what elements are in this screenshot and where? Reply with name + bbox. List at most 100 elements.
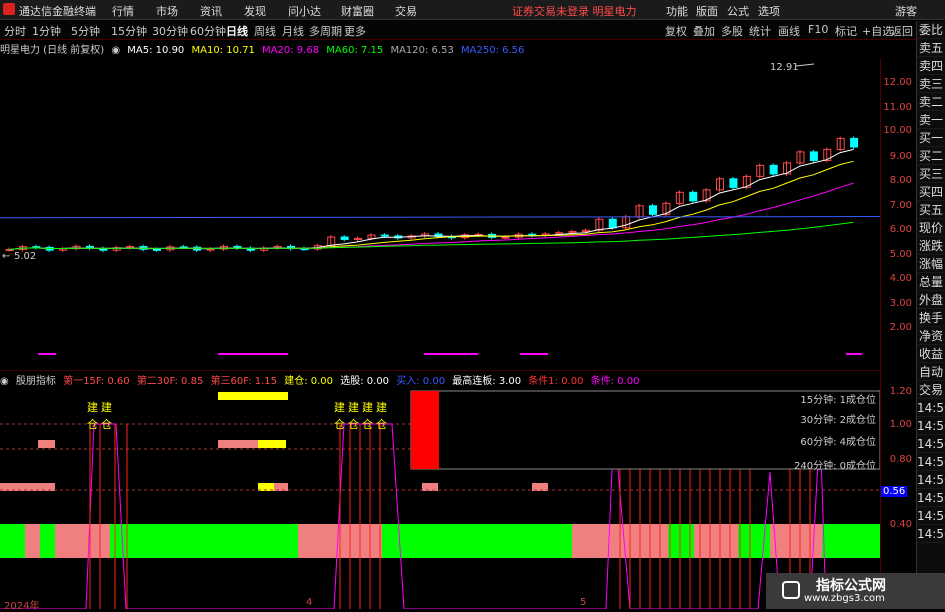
tool-duogu[interactable]: 多股	[721, 23, 743, 39]
ytick: 7.00	[889, 200, 912, 211]
tool-fuquan[interactable]: 复权	[665, 23, 687, 39]
sidebar-item[interactable]: 委比	[917, 21, 945, 39]
period-60min[interactable]: 60分钟	[190, 23, 226, 39]
menu-item-gongshi[interactable]: 公式	[727, 3, 749, 19]
xtick-2024: 2024年	[4, 601, 40, 612]
candlestick-chart[interactable]: 12.91 5.02 ←	[0, 58, 880, 371]
sidebar-item[interactable]: 自动	[917, 363, 945, 381]
sidebar-item[interactable]: 涨幅	[917, 255, 945, 273]
signal-band	[55, 524, 110, 558]
tool-zixuan[interactable]: +自选	[862, 23, 893, 39]
sidebar-item[interactable]: 卖四	[917, 57, 945, 75]
sidebar-item[interactable]: 净资	[917, 327, 945, 345]
sidebar-item[interactable]: 总量	[917, 273, 945, 291]
period-15min[interactable]: 15分钟	[111, 23, 147, 39]
period-30min[interactable]: 30分钟	[152, 23, 188, 39]
period-multi[interactable]: 多周期	[309, 23, 342, 39]
period-toolbar: 分时 1分钟 5分钟 15分钟 30分钟 60分钟 日线 周线 月线 多周期 更…	[0, 21, 916, 40]
tool-biaoji[interactable]: 标记	[835, 23, 857, 39]
sidebar-item[interactable]: 涨跌	[917, 237, 945, 255]
app-logo-icon	[3, 3, 15, 15]
menu-item-shichang[interactable]: 市场	[156, 3, 178, 19]
sidebar-item[interactable]: 14:56	[917, 417, 945, 435]
menu-item-wenxiaoda[interactable]: 问小达	[288, 3, 321, 19]
tool-huaxian[interactable]: 画线	[778, 23, 800, 39]
legend-60min: 60分钟: 4成仓位	[800, 435, 876, 448]
sidebar-item[interactable]: 14:56	[917, 399, 945, 417]
sidebar-item[interactable]: 14:56	[917, 435, 945, 453]
signal-band	[822, 524, 880, 558]
menu-item-banmian[interactable]: 版面	[696, 3, 718, 19]
sidebar-item[interactable]: 卖一	[917, 111, 945, 129]
period-1min[interactable]: 1分钟	[32, 23, 61, 39]
sidebar-item[interactable]: 卖五	[917, 39, 945, 57]
sidebar-item[interactable]: 收益	[917, 345, 945, 363]
menu-item-zixun[interactable]: 资讯	[200, 3, 222, 19]
sidebar-item[interactable]: 卖三	[917, 75, 945, 93]
period-monthly[interactable]: 月线	[282, 23, 304, 39]
sidebar-item[interactable]: 换手	[917, 309, 945, 327]
low-arrow-icon: ←	[2, 251, 10, 262]
ytick: 10.00	[883, 125, 912, 136]
high-arrow-icon	[795, 63, 815, 67]
tool-fanhui[interactable]: 返回	[891, 23, 913, 39]
menu-item-hangqing[interactable]: 行情	[112, 3, 134, 19]
signal-block	[38, 440, 55, 448]
trade-notice[interactable]: 证券交易未登录 明星电力	[512, 3, 637, 19]
ytick: 8.00	[889, 175, 912, 186]
sidebar-item[interactable]: 外盘	[917, 291, 945, 309]
sidebar-item[interactable]: 买三	[917, 165, 945, 183]
sidebar-item[interactable]: 14:56	[917, 453, 945, 471]
sidebar-item[interactable]: 买二	[917, 147, 945, 165]
candle-body	[608, 218, 617, 229]
sidebar-item[interactable]: 买一	[917, 129, 945, 147]
tool-f10[interactable]: F10	[808, 23, 828, 36]
sidebar-item[interactable]: 卖二	[917, 93, 945, 111]
menu-item-gongneng[interactable]: 功能	[666, 3, 688, 19]
tool-diejia[interactable]: 叠加	[693, 23, 715, 39]
candle-body	[649, 205, 657, 215]
period-5min[interactable]: 5分钟	[71, 23, 100, 39]
sidebar-item[interactable]: 14:56	[917, 507, 945, 525]
menu-item-faxian[interactable]: 发现	[244, 3, 266, 19]
high-price-label: 12.91	[770, 62, 799, 73]
candle-body	[729, 178, 738, 188]
watermark-logo-icon	[782, 581, 800, 599]
cang-label: 仓	[348, 417, 359, 431]
ma20-label: MA20: 9.68	[262, 45, 320, 56]
ma60-label: MA60: 7.15	[326, 45, 384, 56]
ytick: 2.00	[889, 322, 912, 333]
candle-body	[689, 191, 698, 202]
sidebar-item[interactable]: 现价	[917, 219, 945, 237]
sidebar-item[interactable]: 买五	[917, 201, 945, 219]
legend-240min: 240分钟: 0成仓位	[794, 459, 876, 472]
tool-tongji[interactable]: 统计	[749, 23, 771, 39]
menu-item-caifuquan[interactable]: 财富圈	[341, 3, 374, 19]
build-label: 建	[87, 400, 98, 414]
period-fenshi[interactable]: 分时	[4, 23, 26, 39]
signal-band	[382, 524, 572, 558]
settings-icon[interactable]: ◉	[111, 45, 120, 56]
sidebar-item[interactable]: 14:56	[917, 489, 945, 507]
sidebar-item[interactable]: 买四	[917, 183, 945, 201]
period-more[interactable]: 更多	[344, 23, 366, 39]
cang-label: 仓	[376, 417, 387, 431]
sidebar-item[interactable]: 14:56	[917, 471, 945, 489]
low-price-label: 5.02	[14, 251, 36, 262]
user-guest[interactable]: 游客	[895, 3, 917, 19]
price-axis: 12.00 11.00 10.00 9.00 8.00 7.00 6.00 5.…	[880, 58, 916, 609]
indicator-chart[interactable]: 建仓建仓建仓建仓建仓建仓建仓建仓建仓建仓建仓建仓建仓建仓建仓建仓建仓 15分钟:…	[0, 372, 880, 609]
legend-15min: 15分钟: 1成仓位	[800, 393, 876, 406]
period-daily[interactable]: 日线	[226, 23, 248, 39]
menu-item-jiaoyi[interactable]: 交易	[395, 3, 417, 19]
sidebar-item[interactable]: 14:56	[917, 525, 945, 543]
cang-label: 仓	[101, 417, 112, 431]
menu-item-xuanxiang[interactable]: 选项	[758, 3, 780, 19]
period-weekly[interactable]: 周线	[254, 23, 276, 39]
sidebar-item[interactable]: 交易	[917, 381, 945, 399]
ma250-label: MA250: 6.56	[461, 45, 525, 56]
ytick-sub-current: 0.56	[881, 486, 908, 497]
ytick-sub: 0.80	[889, 454, 912, 465]
signal-block	[422, 483, 438, 491]
build-label: 建	[376, 400, 387, 414]
